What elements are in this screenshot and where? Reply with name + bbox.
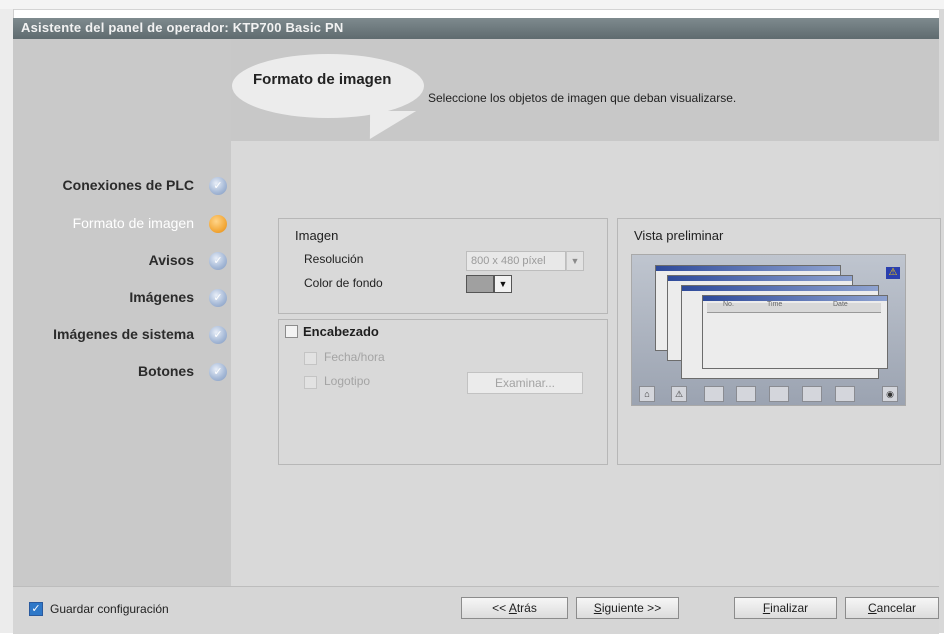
preview-image: No. Time Date ⚠ ⌂ ⚠ ◉: [631, 254, 906, 406]
nav-item-label: Imágenes: [129, 289, 194, 305]
encabezado-toggle[interactable]: Encabezado: [285, 324, 395, 340]
logotipo-option[interactable]: Logotipo: [304, 374, 424, 390]
step-title: Formato de imagen: [253, 71, 392, 88]
preview-col-time: Time: [767, 301, 783, 308]
color-swatch: [466, 275, 494, 293]
save-configuration-toggle[interactable]: ✓ Guardar configuración: [29, 600, 219, 618]
nav-item-label: Avisos: [148, 252, 194, 268]
top-edge: [0, 0, 944, 10]
save-configuration-label: Guardar configuración: [50, 602, 169, 616]
preview-key: [704, 386, 724, 402]
nav-item-avisos[interactable]: Avisos ✓: [13, 250, 228, 272]
background-color-picker[interactable]: ▼: [466, 275, 512, 293]
chevron-down-icon: ▼: [566, 251, 584, 271]
encabezado-checkbox[interactable]: [285, 325, 298, 338]
window-title: Asistente del panel de operador: KTP700 …: [21, 20, 344, 35]
nav-item-label: Conexiones de PLC: [62, 177, 194, 193]
nav-item-botones[interactable]: Botones ✓: [13, 361, 228, 383]
preview-table-header: No. Time Date: [707, 301, 881, 313]
resolution-value: 800 x 480 píxel: [466, 251, 566, 271]
nav-item-imagenes[interactable]: Imágenes ✓: [13, 287, 228, 309]
next-button[interactable]: Siguiente >>: [576, 597, 679, 619]
nav-item-imagenes-sistema[interactable]: Imágenes de sistema ✓: [13, 324, 228, 346]
completed-check-icon: ✓: [209, 326, 227, 344]
preview-key: [736, 386, 756, 402]
completed-check-icon: ✓: [209, 363, 227, 381]
fecha-hora-label: Fecha/hora: [324, 350, 385, 364]
nav-item-conexiones-plc[interactable]: Conexiones de PLC ✓: [13, 175, 228, 197]
completed-check-icon: ✓: [209, 289, 227, 307]
save-configuration-checkbox[interactable]: ✓: [29, 602, 43, 616]
imagen-group: Imagen Resolución 800 x 480 píxel ▼ Colo…: [278, 218, 608, 314]
browse-button[interactable]: Examinar...: [467, 372, 583, 394]
power-icon: ◉: [882, 386, 898, 402]
warning-icon: ⚠: [886, 267, 900, 279]
resolution-select[interactable]: 800 x 480 píxel ▼: [466, 251, 584, 271]
resolution-label: Resolución: [304, 252, 364, 266]
logotipo-label: Logotipo: [324, 374, 371, 388]
finish-button[interactable]: Finalizar: [734, 597, 837, 619]
encabezado-group: Encabezado Fecha/hora Logotipo Examinar.…: [278, 319, 608, 465]
preview-group: Vista preliminar No. Time Date ⚠ ⌂ ⚠ ◉: [617, 218, 941, 465]
back-button[interactable]: << Atrás: [461, 597, 568, 619]
background-app-edge: [0, 9, 14, 633]
step-subtitle: Seleccione los objetos de imagen que deb…: [428, 91, 737, 105]
preview-key: [769, 386, 789, 402]
cancel-button[interactable]: Cancelar: [845, 597, 939, 619]
nav-item-label: Imágenes de sistema: [53, 326, 194, 342]
logotipo-checkbox[interactable]: [304, 376, 317, 389]
encabezado-label: Encabezado: [303, 324, 379, 339]
nav-item-label: Formato de imagen: [72, 215, 194, 231]
title-bar[interactable]: Asistente del panel de operador: KTP700 …: [13, 18, 939, 39]
preview-title: Vista preliminar: [634, 228, 724, 243]
preview-col-no: No.: [723, 301, 734, 308]
background-color-label: Color de fondo: [304, 276, 383, 290]
imagen-group-title: Imagen: [295, 228, 339, 243]
preview-key: [835, 386, 855, 402]
alarm-icon: ⚠: [671, 386, 687, 402]
wizard-dialog: Formato de imagen Seleccione los objetos…: [13, 39, 941, 634]
preview-key: [802, 386, 822, 402]
fecha-hora-option[interactable]: Fecha/hora: [304, 350, 424, 366]
nav-item-label: Botones: [138, 363, 194, 379]
preview-col-date: Date: [833, 301, 848, 308]
completed-check-icon: ✓: [209, 252, 227, 270]
completed-check-icon: ✓: [209, 177, 227, 195]
chevron-down-icon: ▼: [494, 275, 512, 293]
current-step-icon: [209, 215, 227, 233]
fecha-hora-checkbox[interactable]: [304, 352, 317, 365]
nav-item-formato-imagen[interactable]: Formato de imagen: [13, 213, 228, 235]
preview-alarm-view: No. Time Date: [702, 295, 888, 369]
home-icon: ⌂: [639, 386, 655, 402]
